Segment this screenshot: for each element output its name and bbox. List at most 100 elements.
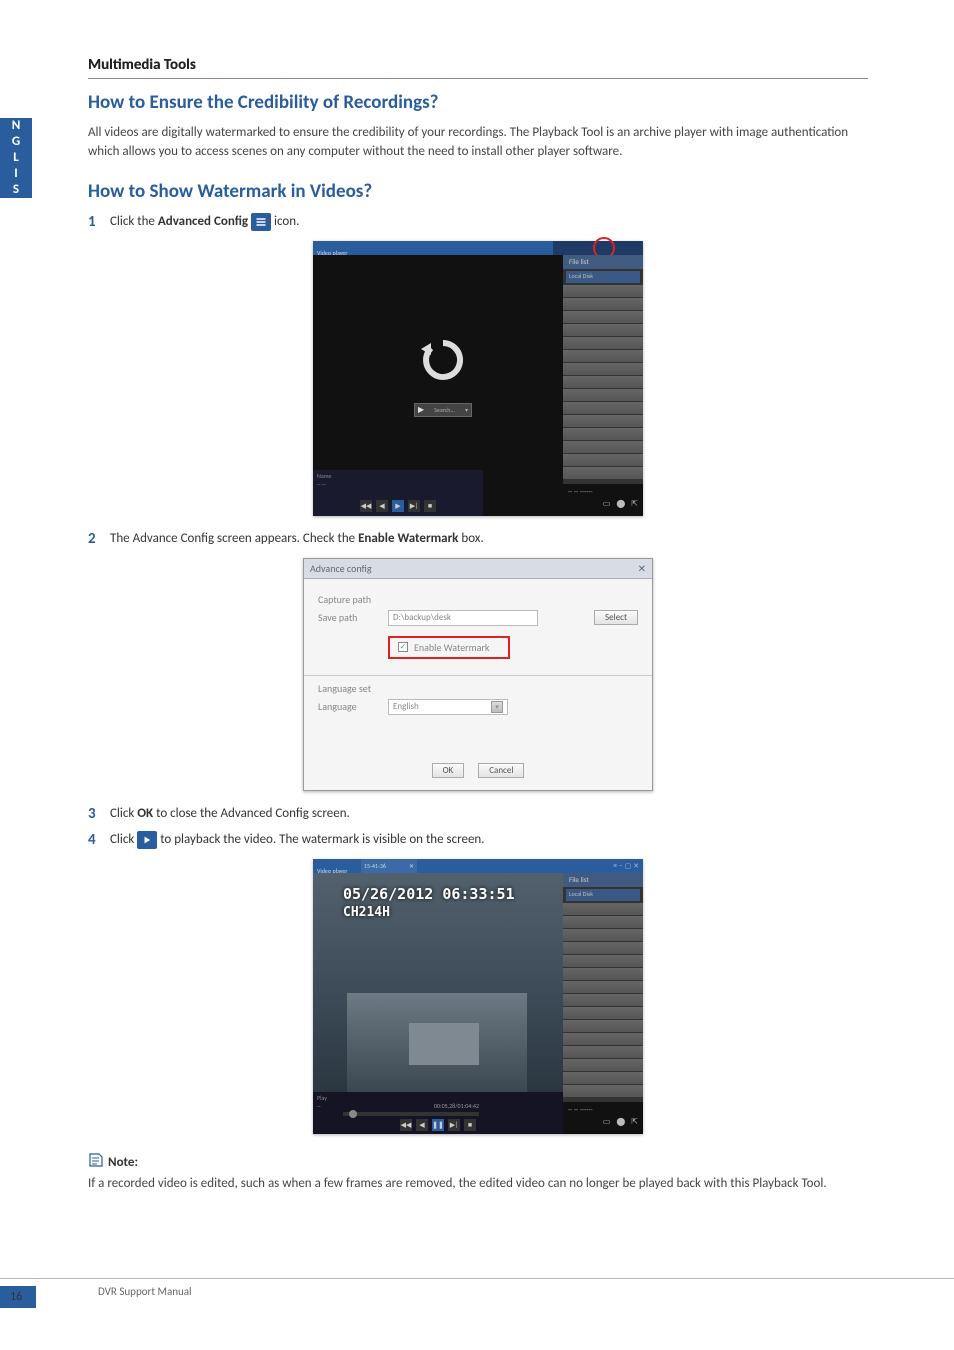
list-item (563, 1059, 643, 1071)
s1-rb-icons: ▭ ⬤ ⇱ (563, 499, 643, 509)
s1-video-area: ▶ Search... ▾ Name -- -- ◀◀ ◀ ▶ ▶| ■ (313, 255, 563, 516)
page-number: 16 (10, 1290, 22, 1304)
enable-watermark-checkbox: ✓ (398, 642, 408, 652)
s3-meta: Play -- (317, 1095, 327, 1109)
dialog-title: Advance config (310, 562, 372, 575)
page-content: Multimedia Tools How to Ensure the Credi… (88, 56, 868, 1194)
list-item (563, 324, 643, 336)
step-3-bold: OK (137, 806, 153, 821)
s1-loading-placeholder: ▶ Search... ▾ (383, 335, 503, 445)
prev-icon: ◀ (416, 1119, 428, 1131)
note-label: Note: (108, 1155, 138, 1170)
chevron-down-icon: ▾ (491, 701, 503, 713)
language-select: English ▾ (388, 699, 508, 715)
page-footer: DVR Support Manual (0, 1278, 954, 1308)
stop-icon: ■ (464, 1119, 476, 1131)
close-icon: ✕ (409, 862, 414, 870)
step-4-number: 4 (88, 831, 102, 849)
save-path-input: D:\backup\desk (388, 610, 538, 626)
step-2: 2 The Advance Config screen appears. Che… (88, 530, 868, 548)
layout-icon: ▭ (603, 1117, 611, 1127)
step-1-pre: Click the (110, 214, 158, 229)
list-item (563, 1033, 643, 1045)
cancel-button: Cancel (478, 763, 524, 778)
list-item (563, 454, 643, 466)
note-text: If a recorded video is edited, such as w… (88, 1175, 868, 1194)
s1-bottom-bar: Name -- -- ◀◀ ◀ ▶ ▶| ■ (313, 470, 483, 516)
prev-icon: ◀ (376, 500, 388, 512)
screenshot-player-watermark: Video player 15-41-36 ✕ ≡ – ▢ ✕ 05/26/20… (313, 859, 643, 1134)
dialog-footer: OK Cancel (318, 753, 638, 784)
watermark-camera: CH214H (343, 905, 515, 920)
list-item (563, 337, 643, 349)
list-item (563, 376, 643, 388)
list-item (563, 285, 643, 297)
s1-rb-text: -- -- ------ (563, 484, 643, 499)
section-label: Multimedia Tools (88, 56, 868, 74)
screenshot-player-config-icon: Video player ▶ Search... ▾ Name -- -- (313, 241, 643, 516)
ok-button: OK (432, 763, 465, 778)
s3-file-tab: 15-41-36 ✕ (361, 859, 417, 873)
note-header: Note: (88, 1152, 868, 1173)
watermark-overlay: 05/26/2012 06:33:51 CH214H (343, 885, 515, 920)
s3-topbar: Video player 15-41-36 ✕ ≡ – ▢ ✕ (313, 859, 643, 873)
expand-icon: ⇱ (631, 1117, 638, 1127)
screenshot-advance-config-dialog: Advance config ✕ Capture path Save path … (303, 558, 653, 791)
step-2-number: 2 (88, 530, 102, 548)
intro-paragraph: All videos are digitally watermarked to … (88, 124, 868, 162)
enable-watermark-row: ✓ Enable Watermark (388, 636, 510, 659)
list-item (563, 994, 643, 1006)
step-4-pre: Click (110, 832, 137, 847)
list-item (563, 311, 643, 323)
s3-rb-text: -- -- ------ (563, 1102, 643, 1117)
note-icon (88, 1152, 104, 1173)
section-divider (88, 78, 868, 79)
s1-playback-controls: ◀◀ ◀ ▶ ▶| ■ (360, 500, 436, 512)
step-1: 1 Click the Advanced Config icon. (88, 213, 868, 231)
heading-credibility: How to Ensure the Credibility of Recordi… (88, 91, 868, 114)
s1-sidebar-entry: Local Disk (566, 271, 640, 283)
s1-search-chip: ▶ Search... ▾ (414, 403, 472, 417)
s1-topbar: Video player (313, 241, 643, 255)
language-set-row: Language set (318, 682, 638, 695)
rewind-icon: ◀◀ (360, 500, 372, 512)
language-value: English (393, 701, 419, 712)
s3-topright-icons: ≡ – ▢ ✕ (603, 859, 643, 873)
step-4: 4 Click to playback the video. The water… (88, 831, 868, 849)
rewind-icon: ◀◀ (400, 1119, 412, 1131)
next-icon: ▶| (408, 500, 420, 512)
s1-sidebar-rows (563, 285, 643, 479)
list-item (563, 929, 643, 941)
s3-sidebar: File list Local Disk -- -- --- (563, 873, 643, 1134)
stop-icon: ■ (424, 500, 436, 512)
watermark-timestamp: 05/26/2012 06:33:51 (343, 885, 515, 903)
step-1-bold: Advanced Config (158, 214, 248, 229)
step-2-post: box. (458, 531, 483, 546)
step-3-pre: Click (110, 806, 137, 821)
s3-sidebar-rows (563, 903, 643, 1097)
step-2-text: The Advance Config screen appears. Check… (110, 531, 484, 546)
list-item (563, 968, 643, 980)
language-set-label: Language set (318, 682, 380, 695)
close-icon: ✕ (638, 562, 646, 575)
step-4-text: Click to playback the video. The waterma… (110, 831, 485, 849)
step-3-number: 3 (88, 805, 102, 823)
list-item (563, 1072, 643, 1084)
step-3-post: to close the Advanced Config screen. (153, 806, 350, 821)
s3-block (409, 1023, 479, 1065)
s3-bottom-bar: Play -- 00:05,28/01:04:42 ◀◀ ◀ ❚❚ ▶| ■ (313, 1092, 563, 1134)
s3-sidebar-bottom: -- -- ------ ▭ ⬤ ⇱ (563, 1102, 643, 1134)
s3-playback-controls: ◀◀ ◀ ❚❚ ▶| ■ (400, 1119, 476, 1131)
list-item (563, 903, 643, 915)
step-1-text: Click the Advanced Config icon. (110, 213, 299, 231)
s1-sidebar-tab: File list (563, 255, 643, 269)
s3-time-display: 00:05,28/01:04:42 (434, 1102, 479, 1110)
play-button-icon (137, 831, 157, 849)
list-item (563, 402, 643, 414)
list-item (563, 363, 643, 375)
s3-video-area: 05/26/2012 06:33:51 CH214H (313, 873, 563, 1092)
dialog-title-bar: Advance config ✕ (304, 559, 652, 579)
s1-meta-2: -- -- (317, 481, 332, 488)
record-icon: ⬤ (616, 499, 625, 509)
list-item (563, 389, 643, 401)
